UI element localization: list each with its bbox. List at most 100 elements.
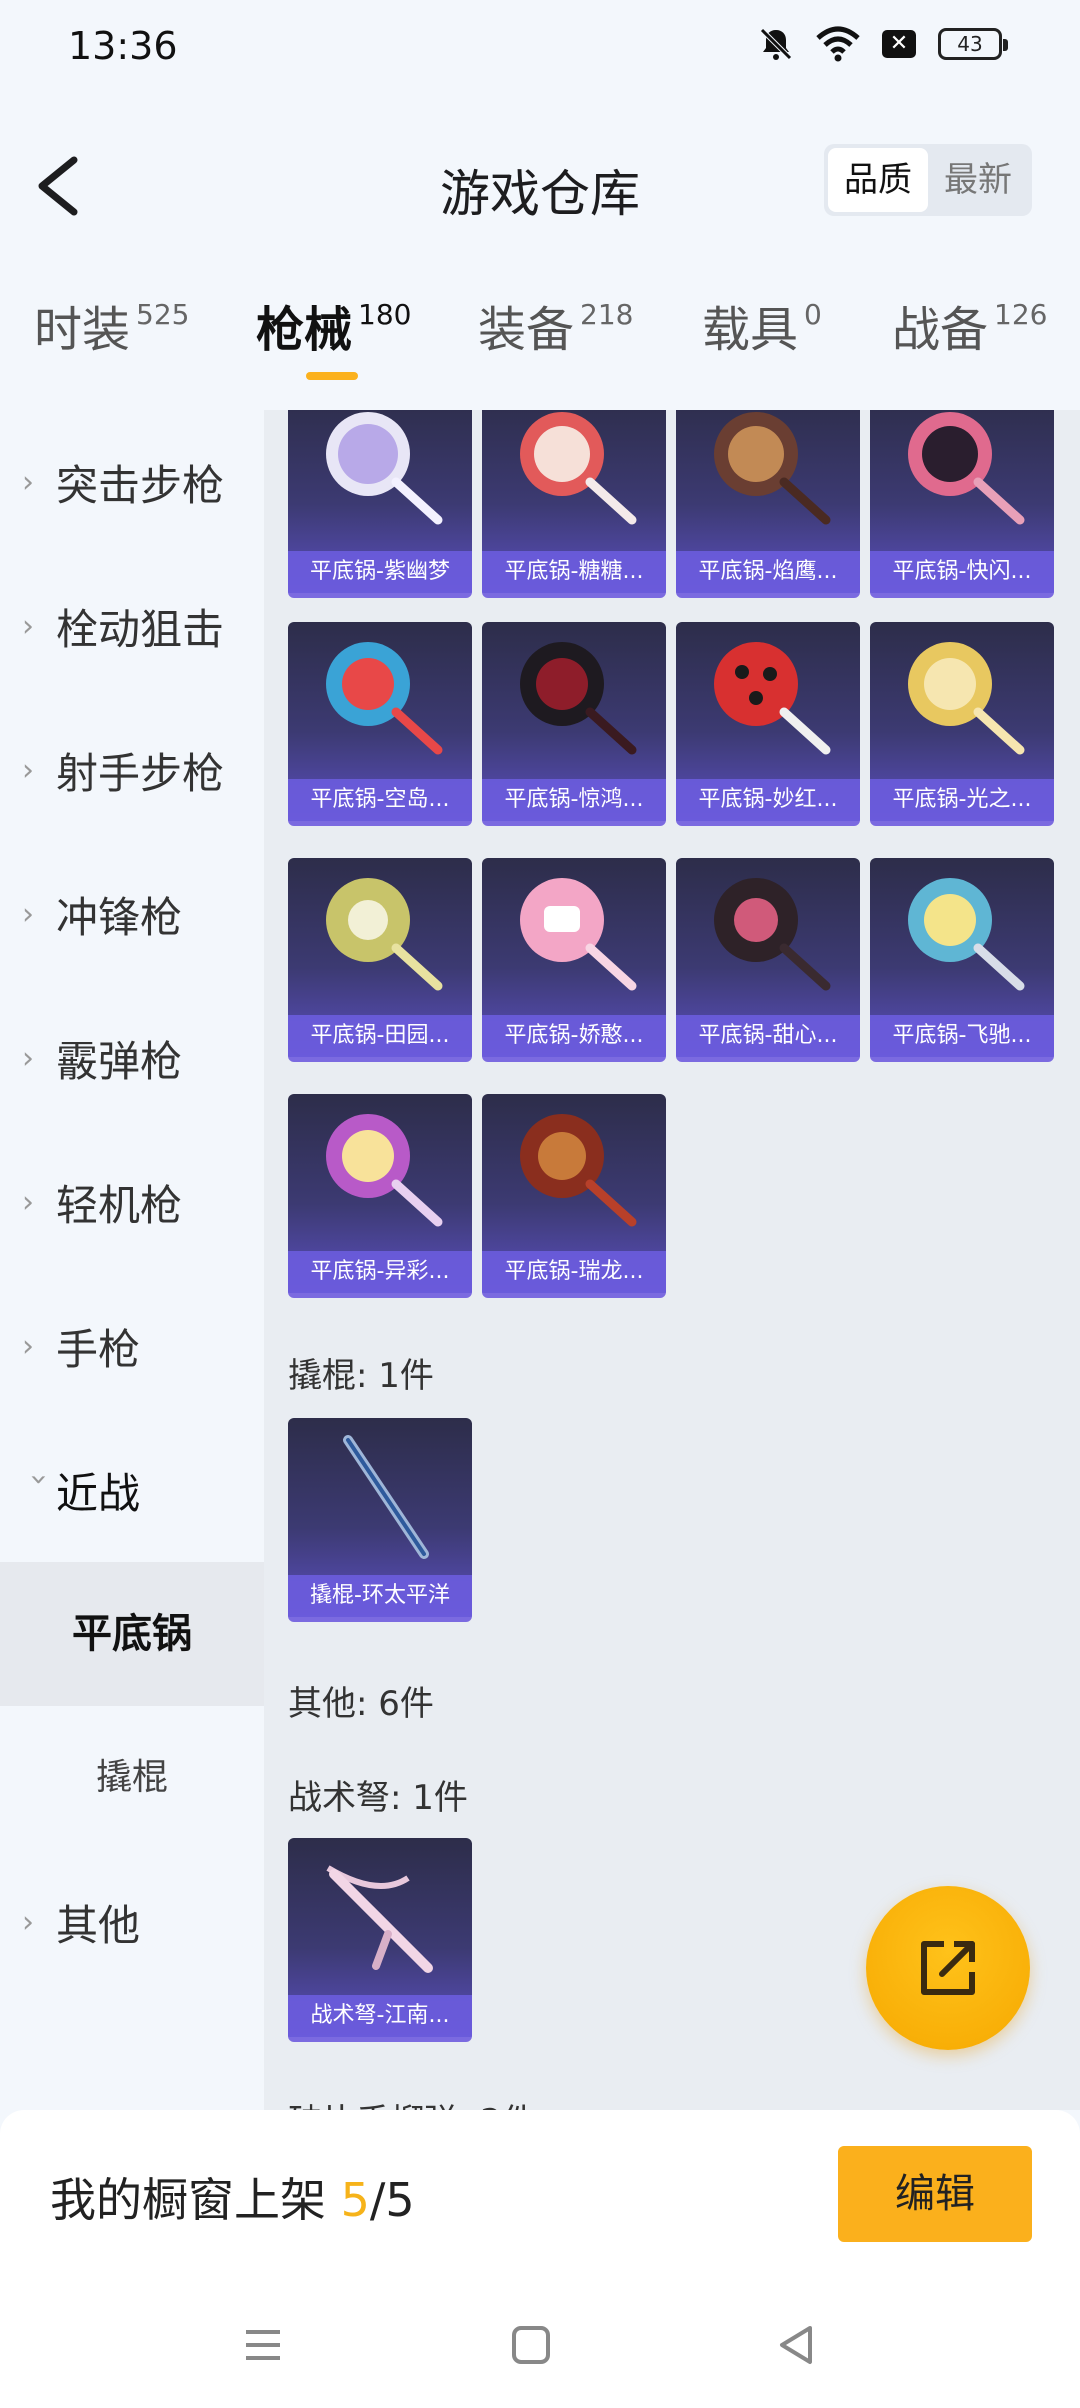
item-card[interactable]: 平底锅-田园... — [288, 858, 472, 1062]
pan-image — [520, 642, 637, 755]
tab-vehicles[interactable]: 载具 0 — [702, 290, 822, 390]
item-name: 平底锅-空岛... — [288, 779, 472, 821]
section-label-crowbar: 撬棍: 1件 — [288, 1356, 434, 1396]
item-grid: 平底锅-紫幽梦 平底锅-糖糖... 平底锅-焰鹰... 平底锅-快闪... 平底… — [264, 410, 1080, 2110]
item-name: 平底锅-娇憨... — [482, 1015, 666, 1057]
sidebar-item-bolt-sniper[interactable]: › 栓动狙击 — [0, 554, 264, 698]
sidebar-item-label: 栓动狙击 — [56, 604, 225, 654]
item-name: 平底锅-田园... — [288, 1015, 472, 1057]
sidebar-item-label: 霰弹枪 — [56, 1036, 183, 1086]
sidebar-item-shotgun[interactable]: › 霰弹枪 — [0, 986, 264, 1130]
pan-image — [520, 878, 637, 991]
item-name: 平底锅-甜心... — [676, 1015, 860, 1057]
item-card[interactable]: 平底锅-焰鹰... — [676, 410, 860, 598]
sidebar-item-label: 轻机枪 — [56, 1180, 183, 1230]
showcase-status: 我的橱窗上架 5/5 — [50, 2164, 415, 2230]
tab-count: 525 — [136, 298, 190, 331]
pan-image — [714, 642, 831, 755]
sidebar-item-pistol[interactable]: › 手枪 — [0, 1274, 264, 1418]
item-name: 平底锅-焰鹰... — [676, 551, 860, 593]
pan-image — [520, 412, 637, 525]
showcase-current: 5 — [340, 2173, 370, 2227]
sidebar-item-label: 射手步枪 — [56, 748, 225, 798]
chevron-down-icon: › — [21, 1473, 57, 1485]
status-time: 13:36 — [68, 24, 178, 68]
tab-label: 时装 — [34, 302, 131, 358]
pan-image — [908, 412, 1025, 525]
crossbow-image — [326, 1865, 433, 1973]
tab-fashion[interactable]: 时装 525 — [34, 290, 189, 390]
active-tab-indicator — [306, 372, 358, 380]
chevron-right-icon: › — [22, 1904, 34, 1940]
item-card[interactable]: 战术弩-江南... — [288, 1838, 472, 2042]
item-card[interactable]: 平底锅-糖糖... — [482, 410, 666, 598]
tab-equipment[interactable]: 装备 218 — [478, 290, 633, 390]
sidebar-item-marksman-rifle[interactable]: › 射手步枪 — [0, 698, 264, 842]
item-card[interactable]: 平底锅-异彩... — [288, 1094, 472, 1298]
crowbar-image — [343, 1435, 429, 1559]
sidebar-item-label: 手枪 — [56, 1324, 141, 1374]
share-fab[interactable] — [866, 1886, 1030, 2050]
chevron-right-icon: › — [22, 1328, 34, 1364]
sort-quality-button[interactable]: 品质 — [828, 148, 928, 212]
tab-label: 战备 — [892, 302, 989, 358]
no-sim-icon: ✕ — [882, 30, 916, 58]
share-icon — [921, 1941, 975, 1995]
sidebar-item-other[interactable]: › 其他 — [0, 1850, 264, 1994]
item-name: 撬棍-环太平洋 — [288, 1575, 472, 1617]
sidebar-item-assault-rifle[interactable]: › 突击步枪 — [0, 410, 264, 554]
pan-image — [326, 642, 443, 755]
chevron-right-icon: › — [22, 608, 34, 644]
chevron-right-icon: › — [22, 896, 34, 932]
item-card[interactable]: 平底锅-娇憨... — [482, 858, 666, 1062]
item-name: 平底锅-飞驰... — [870, 1015, 1054, 1057]
item-name: 平底锅-糖糖... — [482, 551, 666, 593]
sort-toggle[interactable]: 品质 最新 — [824, 144, 1032, 216]
pan-image — [520, 1114, 637, 1227]
item-card[interactable]: 平底锅-飞驰... — [870, 858, 1054, 1062]
home-nav-icon[interactable] — [506, 2320, 556, 2370]
section-label-grenade: 破片手榴弹: 2件 — [288, 2094, 536, 2110]
pan-image — [714, 878, 831, 991]
tab-label: 枪械 — [256, 302, 353, 358]
sidebar-subitem-pan[interactable]: 平底锅 — [0, 1562, 264, 1706]
edit-button[interactable]: 编辑 — [838, 2146, 1032, 2242]
item-name: 平底锅-光之... — [870, 779, 1054, 821]
sidebar-item-label: 突击步枪 — [56, 460, 225, 510]
pan-image — [714, 412, 831, 525]
item-card[interactable]: 平底锅-惊鸿... — [482, 622, 666, 826]
item-card[interactable]: 平底锅-妙红... — [676, 622, 860, 826]
status-bar: 13:36 ✕ 43 — [0, 0, 1080, 96]
menu-nav-icon[interactable] — [238, 2320, 288, 2370]
item-name: 平底锅-妙红... — [676, 779, 860, 821]
category-tabs: 时装 525 枪械 180 装备 218 载具 0 战备 126 — [0, 290, 1080, 410]
status-icons: ✕ 43 — [758, 26, 1008, 62]
sort-newest-button[interactable]: 最新 — [928, 148, 1028, 212]
pan-image — [908, 878, 1025, 991]
item-card[interactable]: 平底锅-光之... — [870, 622, 1054, 826]
item-card[interactable]: 平底锅-瑞龙... — [482, 1094, 666, 1298]
sidebar-subitem-crowbar[interactable]: 撬棍 — [0, 1706, 264, 1850]
sidebar-item-melee[interactable]: › 近战 — [0, 1418, 264, 1562]
item-card[interactable]: 撬棍-环太平洋 — [288, 1418, 472, 1622]
item-card[interactable]: 平底锅-紫幽梦 — [288, 410, 472, 598]
item-card[interactable]: 平底锅-空岛... — [288, 622, 472, 826]
pan-image — [908, 642, 1025, 755]
sidebar-item-label: 冲锋枪 — [56, 892, 183, 942]
wifi-icon — [816, 26, 860, 62]
system-nav-bar — [0, 2280, 1080, 2408]
item-card[interactable]: 平底锅-甜心... — [676, 858, 860, 1062]
chevron-right-icon: › — [22, 1040, 34, 1076]
tab-supplies[interactable]: 战备 126 — [892, 290, 1047, 390]
sidebar-item-smg[interactable]: › 冲锋枪 — [0, 842, 264, 986]
sidebar-item-lmg[interactable]: › 轻机枪 — [0, 1130, 264, 1274]
back-nav-icon[interactable] — [772, 2320, 822, 2370]
showcase-total: /5 — [369, 2173, 415, 2227]
section-label-crossbow: 战术弩: 1件 — [288, 1778, 468, 1818]
tab-count: 0 — [804, 298, 822, 331]
item-name: 战术弩-江南... — [288, 1995, 472, 2037]
chevron-right-icon: › — [22, 752, 34, 788]
item-card[interactable]: 平底锅-快闪... — [870, 410, 1054, 598]
sidebar-item-label: 其他 — [56, 1900, 141, 1950]
item-name: 平底锅-快闪... — [870, 551, 1054, 593]
